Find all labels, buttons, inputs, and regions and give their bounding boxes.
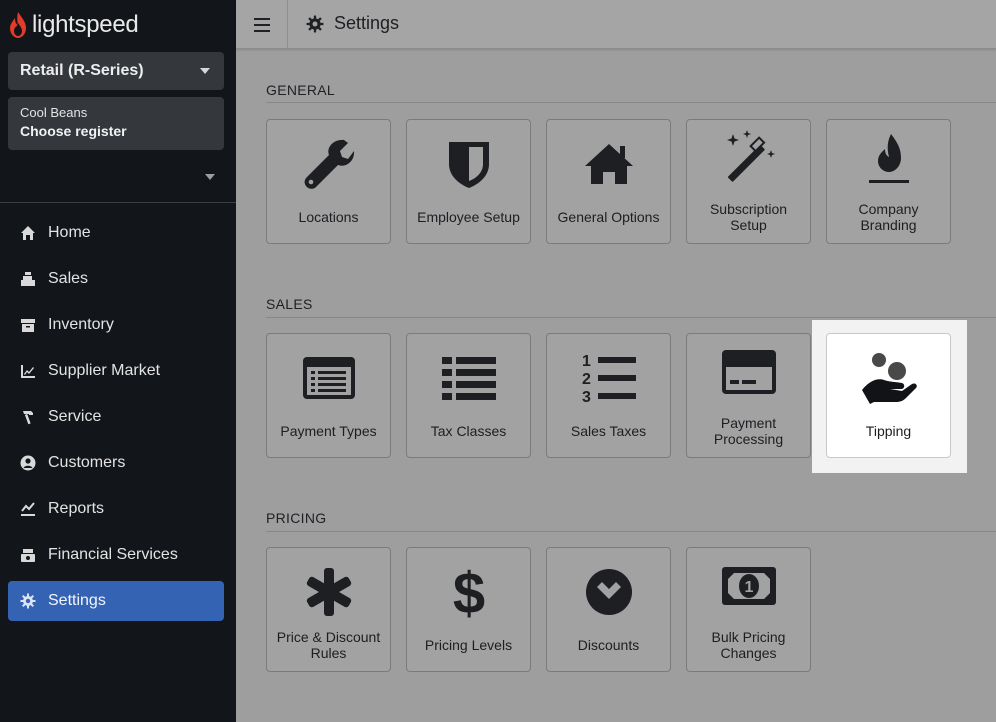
magic-wand-icon — [687, 128, 810, 188]
tile-payment-types[interactable]: Payment Types — [266, 333, 391, 458]
section-title-general: GENERAL — [266, 82, 336, 98]
sidebar-item-inventory[interactable]: Inventory — [8, 305, 224, 345]
sidebar-item-label: Sales — [48, 270, 89, 287]
list-card-icon — [267, 348, 390, 408]
svg-text:1: 1 — [744, 579, 753, 596]
tile-locations[interactable]: Locations — [266, 119, 391, 244]
tile-label: Pricing Levels — [424, 637, 513, 653]
tile-general-options[interactable]: General Options — [546, 119, 671, 244]
flame-icon — [827, 130, 950, 190]
section-title-sales: SALES — [266, 296, 313, 312]
tile-label: General Options — [557, 209, 660, 225]
sidebar-item-sales[interactable]: Sales — [8, 259, 224, 299]
chart-line-icon — [20, 501, 36, 517]
user-circle-icon — [20, 455, 36, 471]
sidebar-item-label: Inventory — [48, 316, 114, 333]
sidebar-item-label: Home — [48, 224, 91, 241]
tile-label: Locations — [298, 209, 359, 225]
top-bar: Settings — [236, 0, 996, 49]
tile-bulk-pricing-changes[interactable]: 1 Bulk Pricing Changes — [686, 547, 811, 672]
tile-label: Bulk Pricing Changes — [711, 629, 786, 661]
banknote-icon: 1 — [687, 556, 810, 616]
page-title: Settings — [334, 13, 400, 33]
tile-price-discount-rules[interactable]: Price & Discount Rules — [266, 547, 391, 672]
cash-register-icon — [20, 547, 36, 563]
svg-text:$: $ — [452, 563, 484, 621]
asterisk-icon — [267, 562, 390, 622]
tile-label: Tax Classes — [430, 423, 507, 439]
sidebar-item-financial-services[interactable]: Financial Services — [8, 535, 224, 575]
sidebar-item-customers[interactable]: Customers — [8, 443, 224, 483]
tile-label: Payment Types — [280, 423, 377, 439]
choose-register-link[interactable]: Choose register — [20, 123, 212, 139]
tile-company-branding[interactable]: Company Branding — [826, 119, 951, 244]
tile-label: Discounts — [577, 637, 640, 653]
sidebar-item-label: Financial Services — [48, 546, 178, 563]
register-selector[interactable]: Cool Beans Choose register — [8, 97, 224, 150]
section-divider — [266, 317, 996, 318]
section-title-pricing: PRICING — [266, 510, 327, 526]
svg-text:1: 1 — [582, 353, 591, 370]
sidebar-item-label: Service — [48, 408, 102, 425]
shield-icon — [407, 134, 530, 194]
wrench-icon — [267, 134, 390, 194]
tile-payment-processing[interactable]: Payment Processing — [686, 333, 811, 458]
tile-pricing-levels[interactable]: $ Pricing Levels — [406, 547, 531, 672]
sidebar-item-home[interactable]: Home — [8, 213, 224, 253]
tile-label: Company Branding — [858, 201, 919, 233]
sidebar-item-service[interactable]: Service — [8, 397, 224, 437]
chevron-circle-icon — [547, 562, 670, 622]
svg-text:2: 2 — [582, 371, 591, 388]
home-icon — [20, 225, 36, 241]
page-title-wrap: Settings — [306, 13, 399, 34]
flame-logo-icon — [10, 12, 26, 38]
tile-label: Payment Processing — [713, 415, 784, 447]
tile-tax-classes[interactable]: Tax Classes — [406, 333, 531, 458]
tile-label: Employee Setup — [417, 209, 520, 225]
tile-sales-taxes[interactable]: 123 Sales Taxes — [546, 333, 671, 458]
tile-discounts[interactable]: Discounts — [546, 547, 671, 672]
gear-icon — [306, 15, 324, 32]
sidebar-item-label: Supplier Market — [48, 362, 161, 379]
tile-label: Tipping — [865, 423, 912, 439]
svg-text:3: 3 — [582, 389, 591, 404]
sidebar-item-label: Settings — [48, 592, 106, 609]
sidebar-item-supplier-market[interactable]: Supplier Market — [8, 351, 224, 391]
shop-selector-label: Retail (R-Series) — [20, 62, 144, 79]
hand-coins-icon — [827, 348, 950, 408]
tile-label: Price & Discount Rules — [276, 629, 381, 661]
brand-name: lightspeed — [32, 11, 139, 38]
sidebar-item-reports[interactable]: Reports — [8, 489, 224, 529]
home-icon — [547, 134, 670, 194]
register-icon — [20, 271, 36, 287]
section-divider — [266, 102, 996, 103]
list-icon — [407, 348, 530, 408]
caret-down-icon — [200, 68, 210, 74]
caret-down-icon[interactable] — [205, 174, 215, 180]
tile-label: Subscription Setup — [709, 201, 788, 233]
gear-icon — [20, 593, 36, 609]
tile-tipping[interactable]: Tipping — [826, 333, 951, 458]
section-divider — [266, 531, 996, 532]
shop-name: Cool Beans — [20, 105, 88, 120]
sidebar: lightspeed Retail (R-Series) Cool Beans … — [0, 0, 236, 722]
dollar-icon: $ — [407, 562, 530, 622]
tile-subscription-setup[interactable]: Subscription Setup — [686, 119, 811, 244]
tile-employee-setup[interactable]: Employee Setup — [406, 119, 531, 244]
hamburger-icon[interactable] — [236, 0, 288, 49]
inventory-icon — [20, 317, 36, 333]
sidebar-item-settings[interactable]: Settings — [8, 581, 224, 621]
sidebar-item-label: Reports — [48, 500, 105, 517]
credit-card-icon — [687, 342, 810, 402]
lightspeed-logo[interactable]: lightspeed — [8, 10, 139, 40]
hammer-icon — [20, 409, 36, 425]
sidebar-nav: Home Sales Inventory Supplier Market Ser… — [8, 213, 224, 627]
numbered-list-icon: 123 — [547, 348, 670, 408]
tile-label: Sales Taxes — [570, 423, 647, 439]
sidebar-item-label: Customers — [48, 454, 126, 471]
shop-selector[interactable]: Retail (R-Series) — [8, 52, 224, 90]
supplier-market-icon — [20, 363, 36, 379]
sidebar-divider — [0, 202, 236, 203]
